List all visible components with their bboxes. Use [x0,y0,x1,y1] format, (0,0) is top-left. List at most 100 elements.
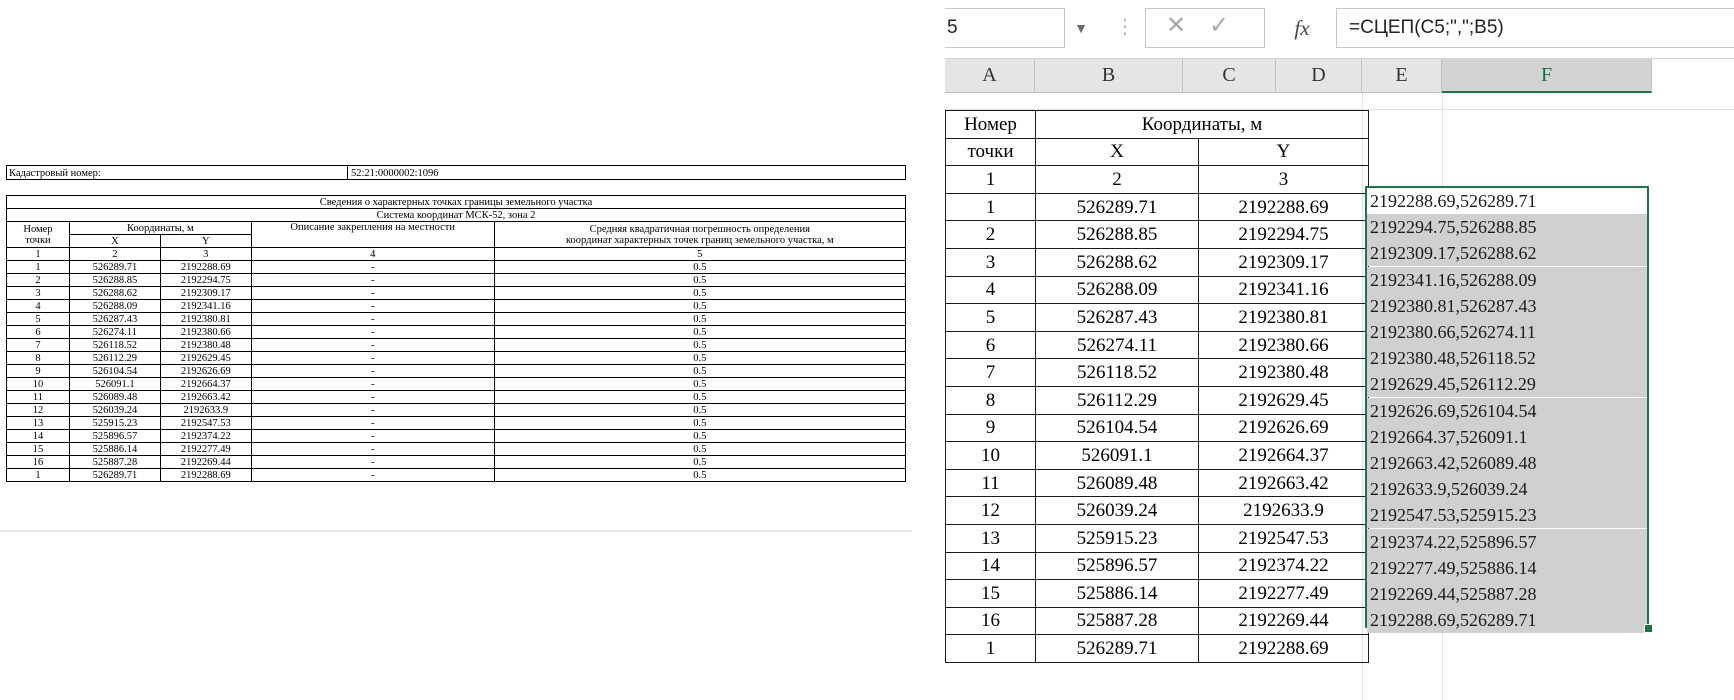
cell-n[interactable]: 1 [945,634,1036,663]
cell-y[interactable]: 2192380.81 [1198,303,1369,332]
cell-x[interactable]: 526118.52 [1035,358,1199,387]
cell-n[interactable]: 14 [945,551,1036,581]
cell-n[interactable]: 10 [945,441,1036,470]
cell-index-2[interactable]: 2 [1035,165,1199,194]
cell-concatenated[interactable]: 2192626.69,526104.54 [1367,397,1647,424]
enter-icon[interactable]: ✓ [1209,11,1229,40]
cell-concatenated[interactable]: 2192309.17,526288.62 [1367,240,1647,267]
cell-y[interactable]: 2192547.53 [1198,523,1369,553]
cell-n[interactable]: 7 [945,358,1036,387]
cell-n[interactable]: 12 [945,496,1036,525]
sheet-row: 5 526287.43 2192380.81 [945,303,1369,332]
cell-header-number[interactable]: Номер [945,110,1036,139]
table-row: 4 526288.09 2192341.16-0.5 [6,299,907,313]
cell-concatenated[interactable]: 2192374.22,525896.57 [1367,528,1647,555]
column-header-a[interactable]: A [945,59,1035,93]
column-header-f[interactable]: F [1442,59,1652,93]
cell-index-1[interactable]: 1 [945,165,1036,194]
cell-n[interactable]: 15 [945,579,1036,608]
fx-icon[interactable]: fx [1272,8,1332,48]
cell-x[interactable]: 525915.23 [1035,523,1199,553]
cell-x[interactable]: 526287.43 [1035,303,1199,332]
cell-x[interactable]: 525887.28 [1035,606,1199,636]
sheet-row: 1 526289.71 2192288.69 [945,634,1369,663]
cell-n[interactable]: 2 [945,220,1036,249]
cell-y[interactable]: 2192629.45 [1198,385,1369,415]
cell-concatenated[interactable]: 2192633.9,526039.24 [1367,476,1647,503]
cell-concatenated[interactable]: 2192629.45,526112.29 [1367,371,1647,398]
cell-index-3[interactable]: 3 [1198,165,1369,194]
cell-x[interactable]: 526289.71 [1035,634,1199,663]
cell-header-y[interactable]: Y [1198,137,1369,167]
cell-n[interactable]: 16 [945,606,1036,636]
cell-concatenated[interactable]: 2192664.37,526091.1 [1367,423,1647,450]
cell-x[interactable]: 526274.11 [1035,330,1199,360]
cell-d: - [250,338,495,352]
cell-concatenated[interactable]: 2192341.16,526288.09 [1367,266,1647,293]
fill-handle[interactable] [1644,624,1653,633]
cell-n[interactable]: 13 [945,523,1036,553]
column-header-d[interactable]: D [1276,59,1362,93]
cell-y[interactable]: 2192341.16 [1198,275,1369,305]
cell-concatenated[interactable]: 2192288.69,526289.71 [1367,188,1647,214]
cell-concatenated[interactable]: 2192380.66,526274.11 [1367,319,1647,345]
column-header-e[interactable]: E [1362,59,1442,93]
cell-n[interactable]: 11 [945,468,1036,498]
cell-x[interactable]: 526039.24 [1035,496,1199,525]
cell-header-x[interactable]: X [1035,137,1199,167]
cell-concatenated[interactable]: 2192288.69,526289.71 [1367,607,1647,634]
cell-x[interactable]: 526091.1 [1035,441,1199,470]
cell-concatenated[interactable]: 2192269.44,525887.28 [1367,581,1647,607]
cell-concatenated[interactable]: 2192380.48,526118.52 [1367,345,1647,372]
cell-header-point[interactable]: точки [945,137,1036,167]
column-header-b[interactable]: B [1035,59,1183,93]
chevron-down-icon[interactable]: ▼ [1070,8,1092,48]
name-box[interactable]: 5 [945,8,1065,48]
cell-header-coords[interactable]: Координаты, м [1035,110,1369,139]
cell-y[interactable]: 2192269.44 [1198,606,1369,636]
cell-n[interactable]: 3 [945,247,1036,277]
cadastral-number-row: Кадастровый номер: 52:21:0000002:1096 [6,165,906,180]
cell-y[interactable]: 2192309.17 [1198,247,1369,277]
cell-x: 526289.71 [68,260,161,274]
cell-x[interactable]: 526289.71 [1035,192,1199,222]
cell-x[interactable]: 526089.48 [1035,468,1199,498]
cell-n[interactable]: 9 [945,413,1036,443]
column-header-c[interactable]: C [1183,59,1276,93]
header-index-1: 1 [6,247,70,261]
cell-concatenated[interactable]: 2192380.81,526287.43 [1367,292,1647,319]
cell-y[interactable]: 2192288.69 [1198,192,1369,222]
cell-x[interactable]: 525886.14 [1035,579,1199,608]
cell-x[interactable]: 526104.54 [1035,413,1199,443]
cell-y[interactable]: 2192374.22 [1198,551,1369,581]
cell-y[interactable]: 2192663.42 [1198,468,1369,498]
cell-x[interactable]: 526288.09 [1035,275,1199,305]
cell-n[interactable]: 6 [945,330,1036,360]
cell-y[interactable]: 2192277.49 [1198,579,1369,608]
cell-n[interactable]: 1 [945,192,1036,222]
cell-y[interactable]: 2192626.69 [1198,413,1369,443]
cell-x[interactable]: 526112.29 [1035,385,1199,415]
cell-y[interactable]: 2192288.69 [1198,634,1369,663]
formula-input[interactable]: =СЦЕП(C5;",";B5) [1336,8,1734,48]
cell-n[interactable]: 8 [945,385,1036,415]
cell-x: 526089.48 [68,390,161,404]
cell-concatenated[interactable]: 2192294.75,526288.85 [1367,214,1647,241]
cell-concatenated[interactable]: 2192547.53,525915.23 [1367,502,1647,529]
cell-y[interactable]: 2192380.66 [1198,330,1369,360]
cell-y[interactable]: 2192633.9 [1198,496,1369,525]
cell-y[interactable]: 2192380.48 [1198,358,1369,387]
cell-concatenated[interactable]: 2192277.49,525886.14 [1367,554,1647,581]
cell-y[interactable]: 2192294.75 [1198,220,1369,249]
grip-icon[interactable]: ⋮ [1115,14,1135,39]
cell-y[interactable]: 2192664.37 [1198,441,1369,470]
cell-x[interactable]: 526288.85 [1035,220,1199,249]
cell-d: - [250,273,495,287]
cell-n[interactable]: 4 [945,275,1036,305]
cell-x[interactable]: 526288.62 [1035,247,1199,277]
sheet-row: 12 526039.24 2192633.9 [945,496,1369,525]
cell-n[interactable]: 5 [945,303,1036,332]
cell-x[interactable]: 525896.57 [1035,551,1199,581]
cell-concatenated[interactable]: 2192663.42,526089.48 [1367,450,1647,476]
cancel-icon[interactable]: ✕ [1166,11,1186,40]
